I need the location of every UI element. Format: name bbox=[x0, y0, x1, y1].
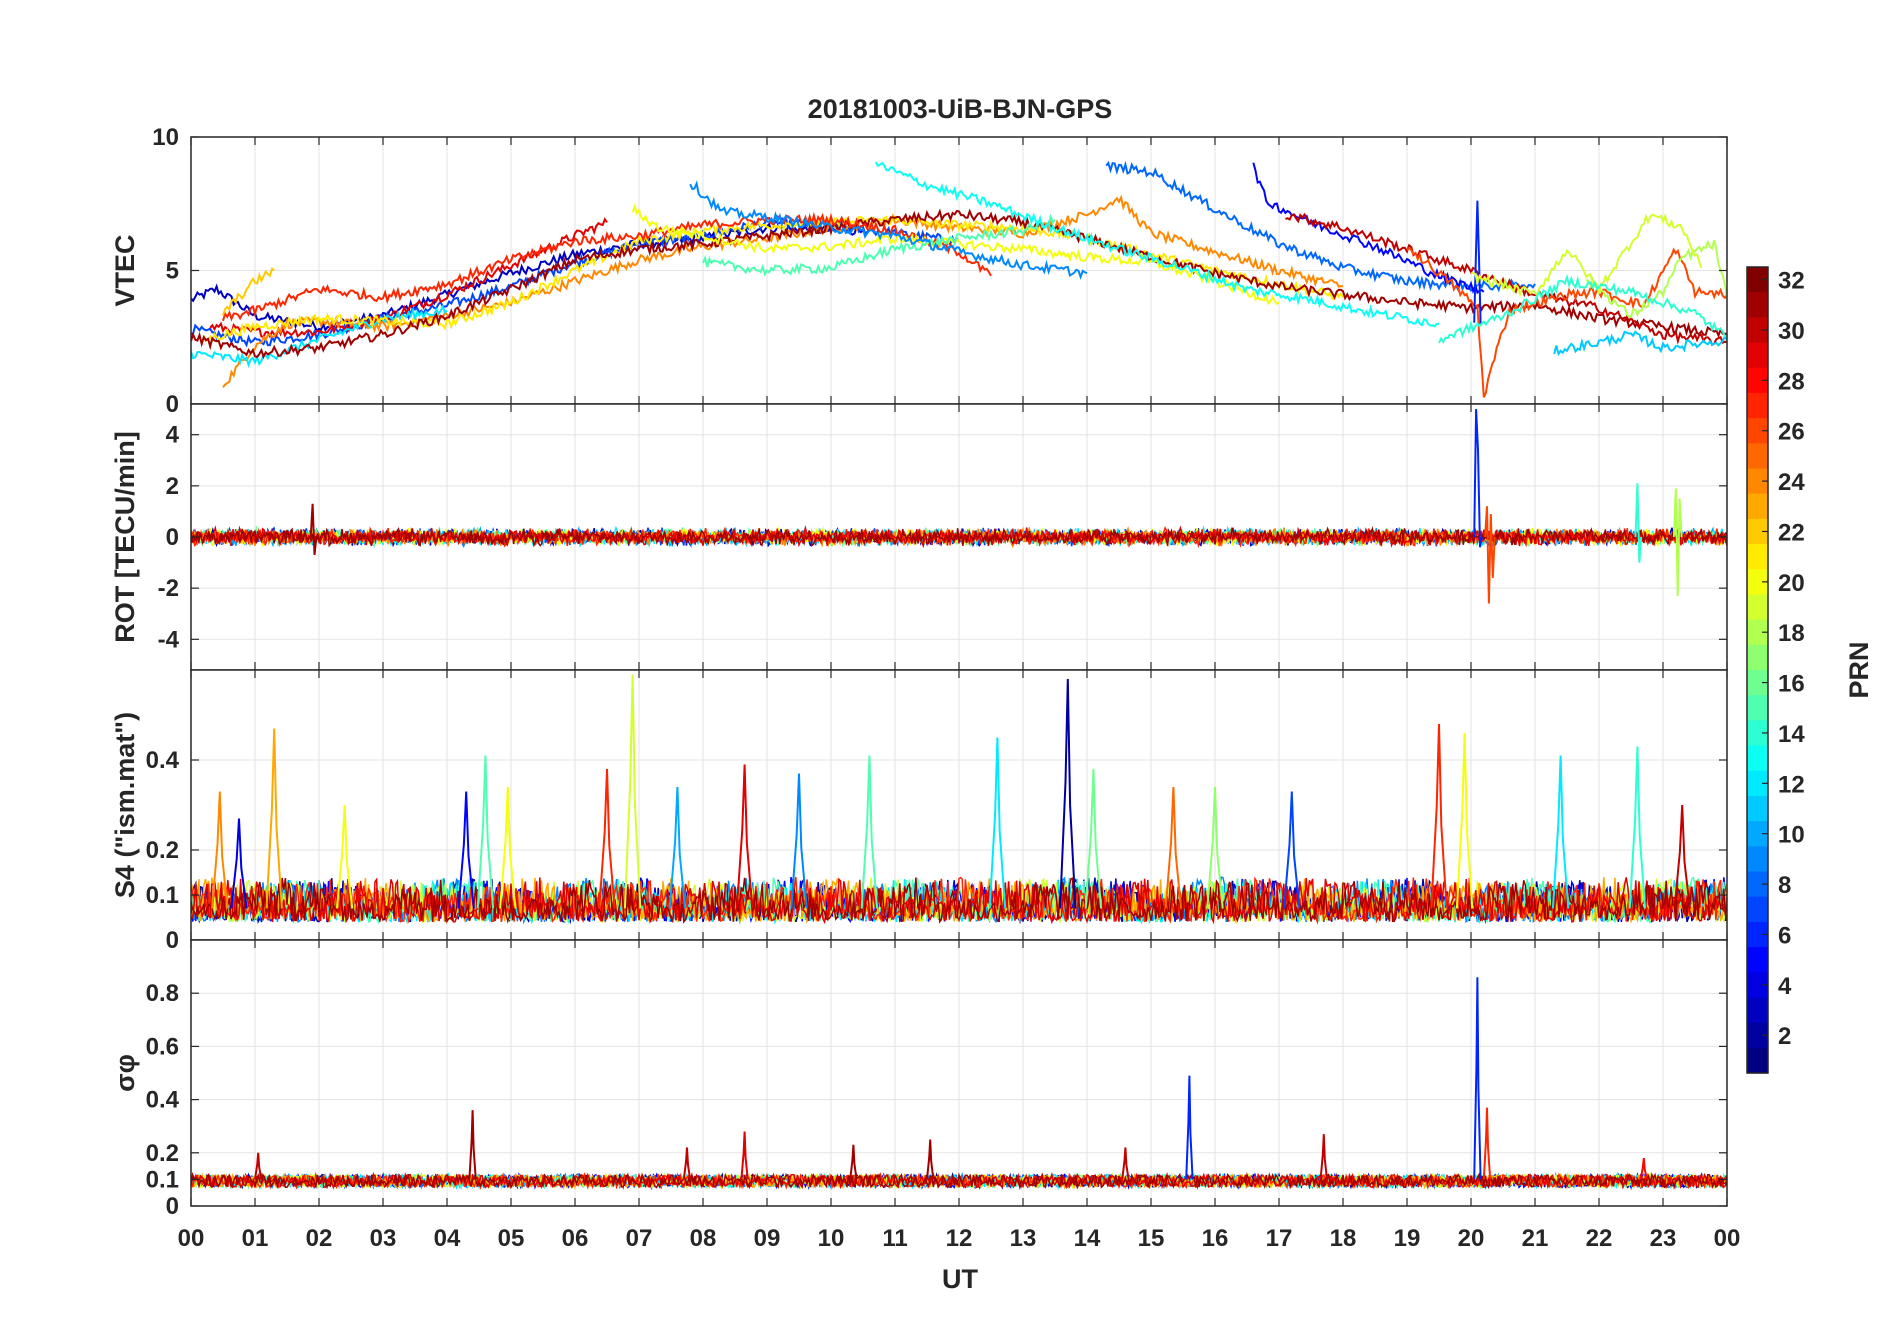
colorbar-tick-label: 24 bbox=[1778, 469, 1805, 496]
colorbar-tick-label: 30 bbox=[1778, 318, 1805, 345]
x-tick-label: 18 bbox=[1330, 1225, 1357, 1252]
y-tick-label: 0.2 bbox=[146, 837, 179, 864]
x-tick-label: 22 bbox=[1586, 1225, 1613, 1252]
x-tick-label: 00 bbox=[1714, 1225, 1741, 1252]
y-tick-label: 5 bbox=[166, 258, 179, 285]
colorbar-tick-label: 32 bbox=[1778, 268, 1805, 295]
y-tick-label: 0.4 bbox=[146, 747, 180, 774]
y-tick-label: 0 bbox=[166, 391, 179, 418]
x-tick-label: 05 bbox=[498, 1225, 525, 1252]
y-tick-label: 4 bbox=[166, 422, 180, 449]
x-tick-label: 01 bbox=[242, 1225, 269, 1252]
colorbar-swatch bbox=[1747, 644, 1768, 671]
y-axis-label: ROT [TECU/min] bbox=[110, 431, 140, 642]
colorbar-tick-label: 6 bbox=[1778, 922, 1791, 949]
colorbar-swatch bbox=[1747, 544, 1768, 570]
colorbar-swatch bbox=[1747, 292, 1768, 318]
x-tick-label: 02 bbox=[306, 1225, 333, 1252]
colorbar-swatch bbox=[1747, 997, 1768, 1024]
y-tick-label: 0.2 bbox=[146, 1140, 179, 1167]
colorbar-tick-label: 20 bbox=[1778, 570, 1805, 597]
y-tick-label: 0 bbox=[166, 1193, 179, 1220]
x-tick-label: 00 bbox=[178, 1225, 205, 1252]
x-tick-label: 21 bbox=[1522, 1225, 1549, 1252]
x-tick-label: 16 bbox=[1202, 1225, 1229, 1252]
colorbar-tick-label: 28 bbox=[1778, 368, 1805, 395]
x-tick-label: 09 bbox=[754, 1225, 781, 1252]
x-tick-label: 15 bbox=[1138, 1225, 1165, 1252]
x-tick-label: 14 bbox=[1074, 1225, 1101, 1252]
figure: 20181003-UiB-BJN-GPS 0510VTEC -4-2024ROT… bbox=[0, 0, 1902, 1330]
colorbar-tick-label: 12 bbox=[1778, 771, 1805, 798]
colorbar-swatch bbox=[1747, 947, 1768, 973]
x-tick-label: 04 bbox=[434, 1225, 461, 1252]
colorbar-tick-label: 2 bbox=[1778, 1023, 1791, 1050]
colorbar-tick-label: 8 bbox=[1778, 872, 1791, 899]
colorbar-swatch bbox=[1747, 795, 1768, 822]
colorbar-swatch bbox=[1747, 846, 1768, 873]
colorbar-tick-label: 14 bbox=[1778, 721, 1805, 748]
y-tick-label: 2 bbox=[166, 473, 179, 500]
y-axis-label: σφ bbox=[110, 1054, 140, 1092]
figure-title: 20181003-UiB-BJN-GPS bbox=[808, 94, 1113, 124]
colorbar-swatch bbox=[1747, 1047, 1768, 1074]
x-tick-label: 10 bbox=[818, 1225, 845, 1252]
x-tick-label: 11 bbox=[882, 1225, 907, 1252]
colorbar-swatch bbox=[1747, 443, 1768, 470]
x-tick-label: 07 bbox=[626, 1225, 653, 1252]
y-tick-label: 0.1 bbox=[146, 882, 179, 909]
y-tick-label: 0 bbox=[166, 524, 179, 551]
y-tick-label: -2 bbox=[158, 575, 179, 602]
colorbar-tick-label: 26 bbox=[1778, 419, 1805, 446]
x-tick-label: 12 bbox=[946, 1225, 973, 1252]
colorbar-tick-label: 22 bbox=[1778, 519, 1805, 546]
x-tick-label: 06 bbox=[562, 1225, 589, 1252]
colorbar-swatch bbox=[1747, 896, 1768, 923]
colorbar-swatch bbox=[1747, 695, 1768, 721]
colorbar-swatch bbox=[1747, 745, 1768, 772]
x-tick-label: 20 bbox=[1458, 1225, 1485, 1252]
colorbar-swatch bbox=[1747, 493, 1768, 520]
y-tick-label: -4 bbox=[158, 626, 180, 653]
y-tick-label: 10 bbox=[152, 124, 179, 151]
colorbar-label: PRN bbox=[1844, 641, 1874, 698]
colorbar-swatch bbox=[1747, 392, 1768, 419]
x-axis-label: UT bbox=[942, 1264, 978, 1294]
y-tick-label: 0 bbox=[166, 927, 179, 954]
y-axis-label: VTEC bbox=[110, 234, 140, 306]
sigma-phi-panel: 00.10.2 0.4 0.6 0.8 σφ bbox=[110, 939, 1728, 1220]
colorbar-tick-label: 4 bbox=[1778, 973, 1792, 1000]
y-tick-label: 0.1 bbox=[146, 1166, 179, 1193]
y-tick-label: 0.4 bbox=[146, 1087, 180, 1114]
x-tick-label: 23 bbox=[1650, 1225, 1677, 1252]
x-tick-label: 13 bbox=[1010, 1225, 1037, 1252]
y-axis-label: S4 ("ism.mat") bbox=[110, 712, 140, 898]
rot-panel: -4 -2 0 2 4 ROT [TECU/min] bbox=[110, 403, 1728, 671]
colorbar-swatch bbox=[1747, 342, 1768, 369]
vtec-panel: 0 5 10 VTEC bbox=[110, 124, 1728, 418]
x-tick-label: 08 bbox=[690, 1225, 717, 1252]
x-tick-label: 03 bbox=[370, 1225, 397, 1252]
colorbar-tick-label: 10 bbox=[1778, 822, 1805, 849]
colorbar-tick-label: 18 bbox=[1778, 620, 1805, 647]
x-tick-label: 19 bbox=[1394, 1225, 1421, 1252]
y-tick-label: 0.6 bbox=[146, 1033, 179, 1060]
s4-panel: 0 0.1 0.2 0.4S4 ("ism.mat") bbox=[110, 669, 1728, 954]
colorbar-swatch bbox=[1747, 594, 1768, 621]
y-tick-label: 0.8 bbox=[146, 980, 179, 1007]
colorbar-tick-label: 16 bbox=[1778, 671, 1805, 698]
x-tick-label: 17 bbox=[1266, 1225, 1293, 1252]
